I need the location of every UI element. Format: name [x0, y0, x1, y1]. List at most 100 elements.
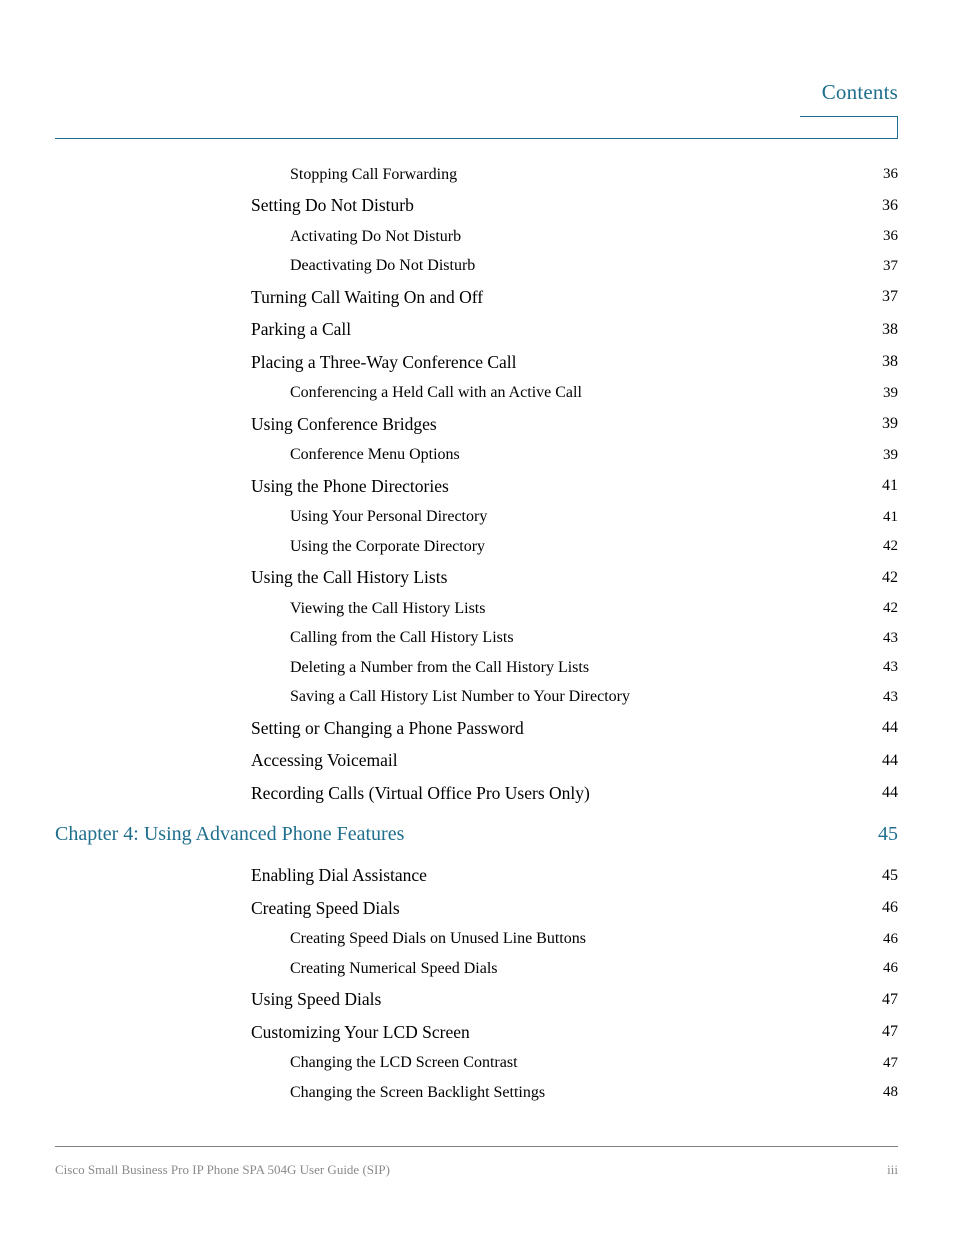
toc-entry-label: Using the Corporate Directory	[290, 537, 486, 555]
toc-entry-label: Creating Speed Dials on Unused Line Butt…	[290, 930, 586, 948]
toc-entry-row[interactable]: Activating Do Not Disturb 36	[0, 222, 954, 252]
toc-entry-row[interactable]: Using Your Personal Directory 41	[0, 503, 954, 533]
toc-entry-page-number: 43	[883, 629, 898, 646]
table-of-contents: Stopping Call Forwarding 36 Setting Do Not…	[0, 160, 954, 1108]
toc-entry-label: Changing the LCD Screen Contrast	[290, 1054, 518, 1072]
toc-entry-page-number: 47	[882, 1023, 898, 1041]
toc-entry-row[interactable]: Customizing Your LCD Screen 47	[0, 1016, 954, 1049]
toc-entry-label: Customizing Your LCD Screen	[251, 1021, 470, 1042]
toc-entry-row[interactable]: Setting or Changing a Phone Password 44	[0, 712, 954, 745]
toc-entry-label: Using Speed Dials	[251, 989, 382, 1010]
toc-entry-label: Activating Do Not Disturb	[290, 227, 462, 245]
toc-entry-label: Calling from the Call History Lists	[290, 629, 514, 647]
page-footer: Cisco Small Business Pro IP Phone SPA 50…	[0, 1140, 954, 1235]
toc-entry-page-number: 43	[883, 688, 898, 705]
toc-entry-row[interactable]: Placing a Three-Way Conference Call 38	[0, 346, 954, 379]
toc-entry-label: Setting or Changing a Phone Password	[251, 717, 524, 738]
toc-entry-page-number: 42	[883, 600, 898, 617]
toc-entry-row[interactable]: Turning Call Waiting On and Off 37	[0, 281, 954, 314]
toc-entry-page-number: 37	[883, 257, 898, 274]
toc-entry-label: Turning Call Waiting On and Off	[251, 286, 484, 307]
toc-entry-page-number: 46	[882, 899, 898, 917]
toc-entry-label: Using the Phone Directories	[251, 475, 449, 496]
toc-entry-page-number: 42	[882, 568, 898, 586]
toc-entry-label: Accessing Voicemail	[251, 750, 398, 771]
toc-entry-label: Saving a Call History List Number to You…	[290, 688, 630, 706]
toc-entry-row[interactable]: Using the Corporate Directory 42	[0, 532, 954, 562]
toc-entry-row[interactable]: Saving a Call History List Number to You…	[0, 683, 954, 713]
toc-entry-row[interactable]: Viewing the Call History Lists 42	[0, 594, 954, 624]
toc-entry-row[interactable]: Changing the Screen Backlight Settings 48	[0, 1078, 954, 1108]
toc-entry-row[interactable]: Calling from the Call History Lists 43	[0, 624, 954, 654]
toc-entry-label: Enabling Dial Assistance	[251, 865, 427, 886]
toc-entry-label: Deactivating Do Not Disturb	[290, 257, 476, 275]
toc-entry-label: Conferencing a Held Call with an Active …	[290, 384, 582, 402]
toc-entry-row[interactable]: Creating Numerical Speed Dials 46	[0, 954, 954, 984]
toc-entry-label: Parking a Call	[251, 319, 352, 340]
header-rule-horizontal	[55, 138, 898, 139]
page-title: Contents	[821, 80, 898, 104]
toc-entry-row[interactable]: Setting Do Not Disturb 36	[0, 190, 954, 223]
toc-entry-label: Placing a Three-Way Conference Call	[251, 351, 517, 372]
toc-entry-page-number: 38	[882, 353, 898, 371]
page-header: Contents	[0, 0, 954, 140]
toc-entry-page-number: 39	[883, 384, 898, 401]
toc-entry-page-number: 41	[883, 508, 898, 525]
toc-entry-row[interactable]: Using the Phone Directories 41	[0, 470, 954, 503]
toc-entry-row[interactable]: Accessing Voicemail 44	[0, 745, 954, 778]
toc-entry-label: Using Conference Bridges	[251, 413, 437, 434]
toc-entry-page-number: 46	[883, 930, 898, 947]
toc-chapter-row[interactable]: Chapter 4: Using Advanced Phone Features…	[0, 810, 954, 860]
toc-entry-page-number: 37	[882, 288, 898, 306]
toc-entry-row[interactable]: Using the Call History Lists 42	[0, 562, 954, 595]
footer-document-title: Cisco Small Business Pro IP Phone SPA 50…	[55, 1162, 390, 1177]
toc-entry-page-number: 45	[878, 823, 898, 845]
toc-entry-label: Recording Calls (Virtual Office Pro User…	[251, 782, 590, 803]
footer-rule	[55, 1146, 898, 1147]
header-rule-top	[800, 116, 898, 117]
toc-entry-page-number: 36	[883, 228, 898, 245]
toc-entry-page-number: 47	[883, 1054, 898, 1071]
toc-entry-row[interactable]: Parking a Call 38	[0, 314, 954, 347]
toc-entry-page-number: 45	[882, 866, 898, 884]
toc-entry-label: Changing the Screen Backlight Settings	[290, 1083, 546, 1101]
toc-entry-page-number: 44	[882, 784, 898, 802]
toc-entry-row[interactable]: Enabling Dial Assistance 45	[0, 860, 954, 893]
toc-entry-page-number: 43	[883, 659, 898, 676]
toc-entry-label: Conference Menu Options	[290, 446, 460, 464]
toc-entry-row[interactable]: Deleting a Number from the Call History …	[0, 653, 954, 683]
toc-entry-page-number: 42	[883, 538, 898, 555]
toc-entry-row[interactable]: Stopping Call Forwarding 36	[0, 160, 954, 190]
toc-entry-row[interactable]: Conferencing a Held Call with an Active …	[0, 379, 954, 409]
toc-entry-row[interactable]: Recording Calls (Virtual Office Pro User…	[0, 777, 954, 810]
toc-entry-row[interactable]: Using Conference Bridges 39	[0, 408, 954, 441]
header-rule-vertical	[897, 116, 898, 139]
toc-entry-row[interactable]: Deactivating Do Not Disturb 37	[0, 252, 954, 282]
toc-entry-label: Setting Do Not Disturb	[251, 195, 414, 216]
toc-entry-page-number: 47	[882, 990, 898, 1008]
toc-entry-page-number: 36	[882, 196, 898, 214]
toc-entry-label: Stopping Call Forwarding	[290, 165, 458, 183]
toc-entry-page-number: 41	[882, 477, 898, 495]
toc-entry-label: Using Your Personal Directory	[290, 508, 488, 526]
toc-entry-label: Using the Call History Lists	[251, 567, 448, 588]
footer-page-number: iii	[887, 1162, 898, 1177]
toc-entry-label: Deleting a Number from the Call History …	[290, 658, 590, 676]
toc-entry-row[interactable]: Using Speed Dials 47	[0, 984, 954, 1017]
toc-entry-row[interactable]: Conference Menu Options 39	[0, 441, 954, 471]
toc-entry-row[interactable]: Creating Speed Dials 46	[0, 892, 954, 925]
toc-entry-page-number: 44	[882, 751, 898, 769]
toc-entry-page-number: 48	[883, 1084, 898, 1101]
toc-entry-page-number: 44	[882, 719, 898, 737]
toc-entry-row[interactable]: Creating Speed Dials on Unused Line Butt…	[0, 925, 954, 955]
toc-entry-label: Viewing the Call History Lists	[290, 599, 486, 617]
toc-entry-page-number: 36	[883, 166, 898, 183]
toc-entry-page-number: 39	[883, 446, 898, 463]
toc-entry-page-number: 39	[882, 415, 898, 433]
toc-entry-label: Chapter 4: Using Advanced Phone Features	[55, 823, 405, 845]
toc-entry-row[interactable]: Changing the LCD Screen Contrast 47	[0, 1049, 954, 1079]
toc-entry-label: Creating Speed Dials	[251, 897, 400, 918]
toc-entry-page-number: 46	[883, 960, 898, 977]
toc-entry-page-number: 38	[882, 320, 898, 338]
toc-entry-label: Creating Numerical Speed Dials	[290, 959, 498, 977]
